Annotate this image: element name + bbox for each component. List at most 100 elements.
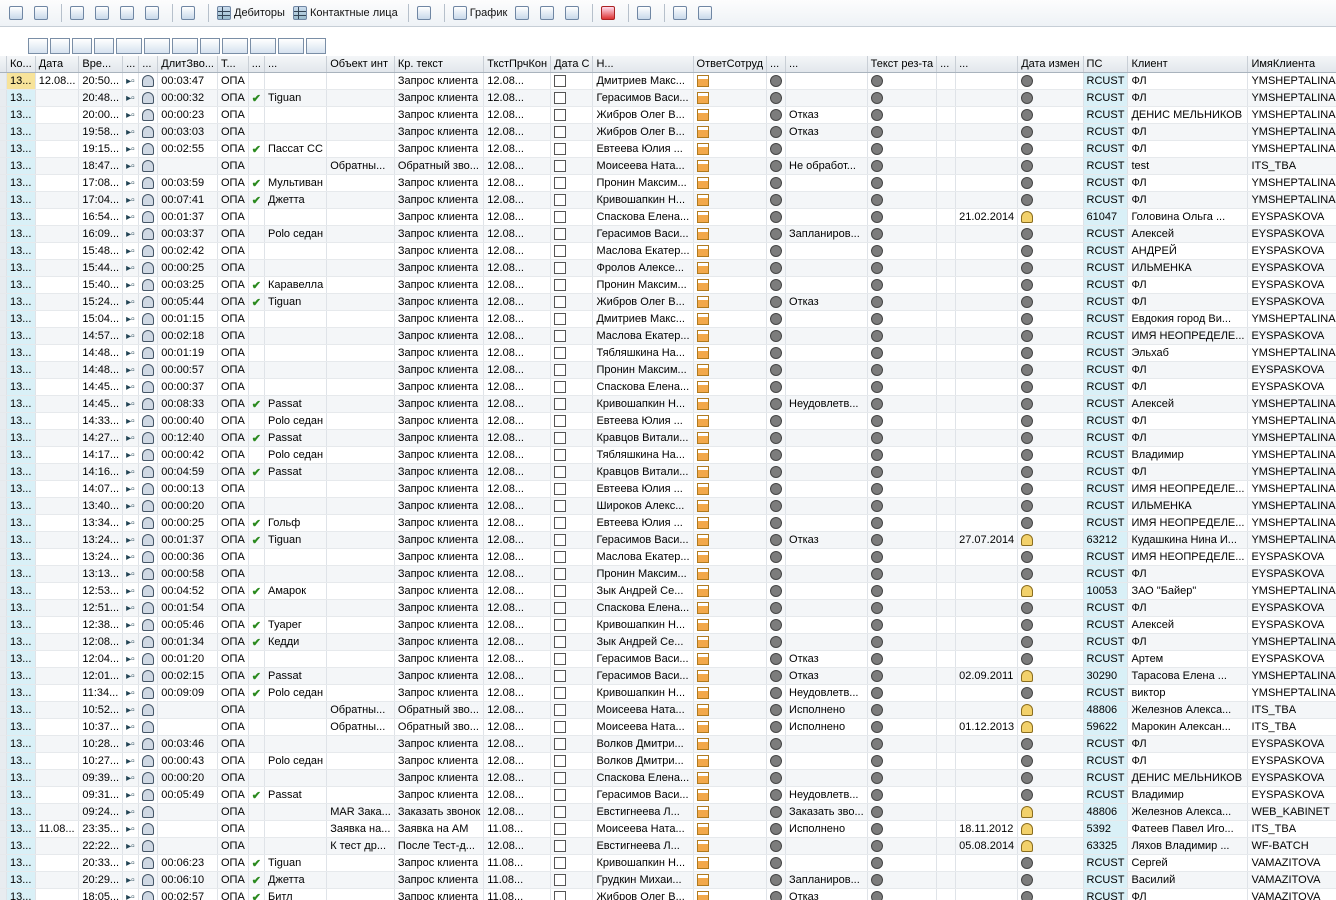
cell-ko[interactable]: 13...: [6, 276, 36, 294]
column-header[interactable]: ТкстПрчКон: [483, 56, 552, 73]
cell-ko[interactable]: 13...: [6, 361, 36, 379]
table-row[interactable]: 13... 16:09... ▸▫ 00:03:37 ОПА Polo седан Запр…: [0, 225, 1336, 243]
cell-ko[interactable]: 13...: [6, 242, 36, 260]
column-header[interactable]: Ко...: [6, 56, 36, 73]
table-row[interactable]: 13... 12:38... ▸▫ 00:05:46 ОПА ✔ Туарег Запрос …: [0, 616, 1336, 634]
cell-client[interactable]: RCUST: [1083, 854, 1129, 872]
cell-client[interactable]: RCUST: [1083, 174, 1129, 192]
table-row[interactable]: 13... 09:39... ▸▫ 00:00:20 ОПА Запрос клиента…: [0, 769, 1336, 787]
table-row[interactable]: 13... 15:48... ▸▫ 00:02:42 ОПА Запрос клиента…: [0, 242, 1336, 260]
cell-client[interactable]: RCUST: [1083, 378, 1129, 396]
table-row[interactable]: 13... 09:24... ▸▫ ОПА MAR Зака... Заказать зв…: [0, 803, 1336, 821]
table-row[interactable]: 13... 11:34... ▸▫ 00:09:09 ОПА ✔ Polo седан Зап…: [0, 684, 1336, 702]
calendar-icon[interactable]: [598, 3, 621, 23]
column-header[interactable]: Дата С: [550, 56, 594, 73]
column-header[interactable]: Клиент: [1127, 56, 1249, 73]
cell-client[interactable]: 63325: [1083, 837, 1129, 855]
table-row[interactable]: 13... 10:52... ▸▫ ОПА Обратны... Обратный зво…: [0, 701, 1336, 719]
cell-client[interactable]: RCUST: [1083, 242, 1129, 260]
sort-descending-icon[interactable]: [72, 38, 92, 54]
cell-client[interactable]: RCUST: [1083, 871, 1129, 889]
table-row[interactable]: 13... 17:08... ▸▫ 00:03:59 ОПА ✔ Мультиван Запр…: [0, 174, 1336, 192]
cell-ko[interactable]: 13...: [6, 123, 36, 141]
people-icon[interactable]: [117, 3, 140, 23]
cell-ko[interactable]: 13...: [6, 531, 36, 549]
cell-ko[interactable]: 13...: [6, 633, 36, 651]
cell-client[interactable]: RCUST: [1083, 548, 1129, 566]
table-row[interactable]: 13... 14:48... ▸▫ 00:01:19 ОПА Запрос клиента…: [0, 344, 1336, 362]
cell-ko[interactable]: 13...: [6, 769, 36, 787]
table-row[interactable]: 13... 20:00... ▸▫ 00:00:23 ОПА Запрос клиента…: [0, 106, 1336, 124]
column-header[interactable]: ...: [248, 56, 266, 73]
car-icon[interactable]: [562, 3, 585, 23]
column-header[interactable]: ПС: [1083, 56, 1129, 73]
table-row[interactable]: 13... 10:28... ▸▫ 00:03:46 ОПА Запрос клиента…: [0, 735, 1336, 753]
cell-ko[interactable]: 13...: [6, 157, 36, 175]
cell-ko[interactable]: 13...: [6, 310, 36, 328]
cell-client[interactable]: RCUST: [1083, 616, 1129, 634]
cell-ko[interactable]: 13...: [6, 820, 36, 838]
cell-client[interactable]: RCUST: [1083, 106, 1129, 124]
cell-client[interactable]: RCUST: [1083, 735, 1129, 753]
cell-client[interactable]: RCUST: [1083, 259, 1129, 277]
cell-ko[interactable]: 13...: [6, 837, 36, 855]
cell-client[interactable]: RCUST: [1083, 497, 1129, 515]
cell-client[interactable]: RCUST: [1083, 769, 1129, 787]
details-icon[interactable]: [28, 38, 48, 54]
cell-ko[interactable]: 13...: [6, 565, 36, 583]
table-row[interactable]: 13... 14:33... ▸▫ 00:00:40 ОПА Polo седан Запр…: [0, 412, 1336, 430]
binoculars-icon[interactable]: [178, 3, 201, 23]
column-header[interactable]: Объект инт: [326, 56, 395, 73]
cell-client[interactable]: RCUST: [1083, 888, 1129, 900]
cell-ko[interactable]: 13...: [6, 140, 36, 158]
cell-ko[interactable]: 13...: [6, 667, 36, 685]
document-icon[interactable]: [537, 3, 560, 23]
cell-client[interactable]: RCUST: [1083, 361, 1129, 379]
cell-client[interactable]: RCUST: [1083, 599, 1129, 617]
table-row[interactable]: 13... 14:48... ▸▫ 00:00:57 ОПА Запрос клиента…: [0, 361, 1336, 379]
column-header[interactable]: ...: [264, 56, 328, 73]
cell-client[interactable]: RCUST: [1083, 327, 1129, 345]
cell-ko[interactable]: 13...: [6, 208, 36, 226]
column-header[interactable]: ...: [766, 56, 787, 73]
cell-ko[interactable]: 13...: [6, 293, 36, 311]
cell-ko[interactable]: 13...: [6, 786, 36, 804]
chart-button[interactable]: График: [450, 3, 511, 23]
cell-ko[interactable]: 13...: [6, 446, 36, 464]
settings-icon[interactable]: [414, 3, 437, 23]
cell-client[interactable]: 48806: [1083, 803, 1129, 821]
cell-ko[interactable]: 13...: [6, 89, 36, 107]
table-row[interactable]: 13... 19:15... ▸▫ 00:02:55 ОПА ✔ Пассат СС Запр…: [0, 140, 1336, 158]
cell-client[interactable]: RCUST: [1083, 310, 1129, 328]
cell-ko[interactable]: 13...: [6, 718, 36, 736]
table-row[interactable]: 13... 15:40... ▸▫ 00:03:25 ОПА ✔ Каравелла Запр…: [0, 276, 1336, 294]
table-row[interactable]: 13... 17:04... ▸▫ 00:07:41 ОПА ✔ Джетта Запрос …: [0, 191, 1336, 209]
table-row[interactable]: 13... 12:01... ▸▫ 00:02:15 ОПА ✔ Passat Запрос …: [0, 667, 1336, 685]
table-row[interactable]: 13... 19:58... ▸▫ 00:03:03 ОПА Запрос клиента…: [0, 123, 1336, 141]
table-row[interactable]: 13... 12.08... 20:50... ▸▫ 00:03:47 ОПА Запрос…: [0, 72, 1336, 90]
table-row[interactable]: 13... 20:33... ▸▫ 00:06:23 ОПА ✔ Tiguan Запрос …: [0, 854, 1336, 872]
table-row[interactable]: 13... 13:24... ▸▫ 00:01:37 ОПА ✔ Tiguan Запрос …: [0, 531, 1336, 549]
cell-client[interactable]: 48806: [1083, 701, 1129, 719]
contacts-button[interactable]: Контактные лица: [290, 3, 401, 23]
table-row[interactable]: 13... 12:53... ▸▫ 00:04:52 ОПА ✔ Амарок Запрос …: [0, 582, 1336, 600]
cell-client[interactable]: RCUST: [1083, 225, 1129, 243]
table-row[interactable]: 13... 13:13... ▸▫ 00:00:58 ОПА Запрос клиента…: [0, 565, 1336, 583]
export-icon[interactable]: [250, 38, 276, 54]
table-row[interactable]: 13... 13:34... ▸▫ 00:00:25 ОПА ✔ Гольф Запрос к…: [0, 514, 1336, 532]
cell-ko[interactable]: 13...: [6, 429, 36, 447]
cell-client[interactable]: RCUST: [1083, 395, 1129, 413]
cell-client[interactable]: RCUST: [1083, 429, 1129, 447]
column-header[interactable]: Текст рез-та: [867, 56, 938, 73]
phone-icon[interactable]: [92, 3, 115, 23]
column-header[interactable]: ...: [955, 56, 1019, 73]
table-row[interactable]: 13... 10:27... ▸▫ 00:00:43 ОПА Polo седан Запр…: [0, 752, 1336, 770]
column-header[interactable]: Н...: [592, 56, 694, 73]
cell-client[interactable]: RCUST: [1083, 276, 1129, 294]
cell-client[interactable]: RCUST: [1083, 463, 1129, 481]
table-row[interactable]: 13... 18:47... ▸▫ ОПА Обратны... Обратный зво…: [0, 157, 1336, 175]
cell-ko[interactable]: 13...: [6, 684, 36, 702]
cell-ko[interactable]: 13...: [6, 72, 36, 90]
cell-ko[interactable]: 13...: [6, 191, 36, 209]
cell-ko[interactable]: 13...: [6, 225, 36, 243]
